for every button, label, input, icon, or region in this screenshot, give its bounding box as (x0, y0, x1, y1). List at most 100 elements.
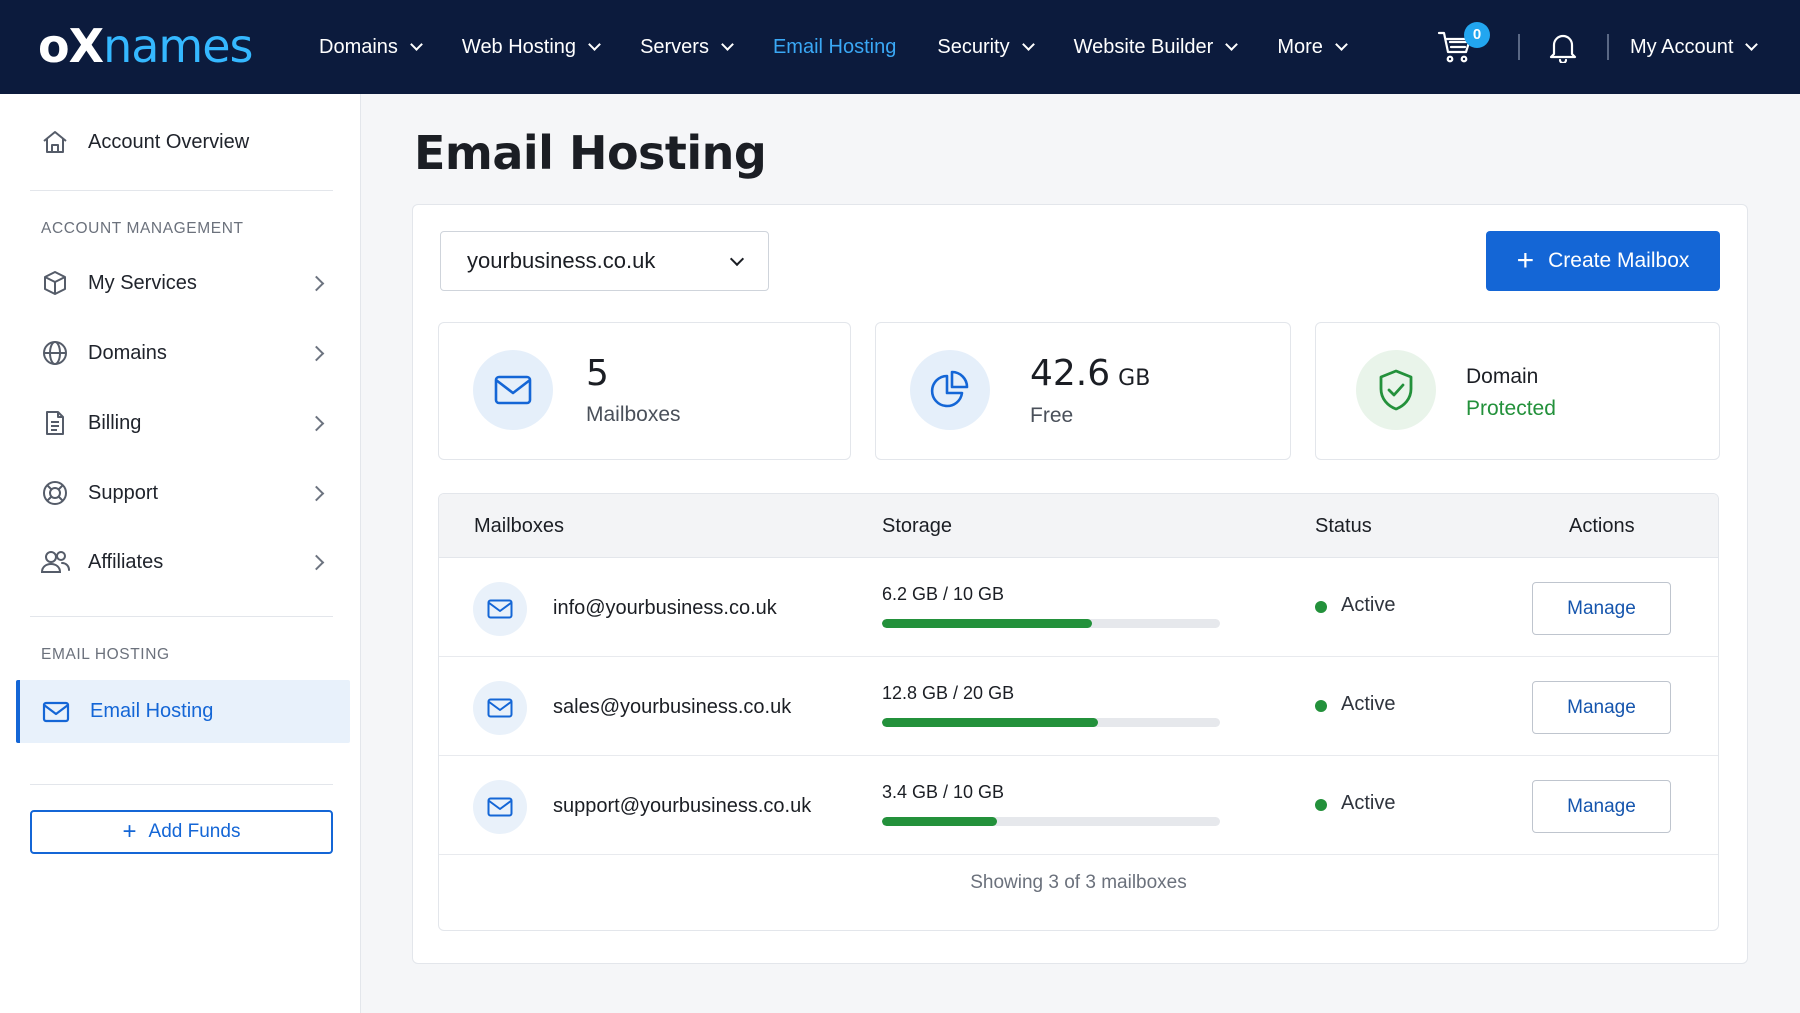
mailboxes-table: Mailboxes Storage Status Actions info@yo… (438, 493, 1719, 931)
document-icon (40, 408, 70, 438)
storage-usage-text: 6.2 GB / 10 GB (882, 584, 1005, 604)
sidebar-divider (30, 784, 333, 785)
sidebar-item-email-hosting[interactable]: Email Hosting (16, 680, 350, 743)
sidebar-item-label: Domains (88, 341, 167, 364)
sidebar-divider (30, 616, 333, 617)
my-account-menu[interactable]: My Account (1630, 36, 1759, 59)
domain-select-value: yourbusiness.co.uk (467, 248, 656, 273)
column-header-storage: Storage (882, 515, 953, 537)
globe-icon (40, 338, 70, 368)
sidebar-item-label: My Services (88, 271, 197, 294)
sidebar-item-affiliates[interactable]: Affiliates (40, 547, 330, 577)
chevron-down-icon (588, 37, 601, 51)
lifebuoy-icon (40, 478, 70, 508)
cart-count-badge: 0 (1464, 22, 1490, 48)
nav-email-hosting-label: Email Hosting (772, 35, 897, 58)
nav-website-builder[interactable]: Website Builder (1074, 36, 1239, 59)
stat-card-storage: 42.6 GB Free (875, 322, 1291, 460)
table-row: support@yourbusiness.co.uk 3.4 GB / 10 G… (439, 756, 1718, 855)
nav-more[interactable]: More (1277, 35, 1348, 59)
sidebar-item-billing[interactable]: Billing (40, 408, 330, 438)
sidebar-item-account-overview[interactable]: Account Overview (40, 127, 330, 157)
chevron-right-icon (308, 415, 325, 431)
status-text: Active (1341, 693, 1396, 715)
storage-usage-fill (882, 817, 997, 826)
sidebar-item-label: Support (88, 481, 159, 504)
column-header-status: Status (1315, 515, 1372, 537)
main-menu: Domains Web Hosting Servers Email Hostin… (319, 0, 1387, 94)
storage-free-value: 42.6 (1030, 353, 1111, 394)
sidebar-item-my-services[interactable]: My Services (40, 268, 330, 298)
sidebar-divider (30, 190, 333, 191)
nav-web-hosting[interactable]: Web Hosting (461, 35, 601, 59)
shield-check-icon (1356, 350, 1436, 430)
nav-servers-label: Servers (640, 35, 709, 58)
status-dot (1315, 799, 1327, 811)
table-footer-count: Showing 3 of 3 mailboxes (970, 872, 1187, 893)
nav-email-hosting[interactable]: Email Hosting (773, 36, 896, 59)
chevron-down-icon (1745, 38, 1759, 51)
add-funds-button[interactable]: + Add Funds (30, 810, 333, 854)
mailboxes-count: 5 (586, 353, 609, 394)
nav-domains-label: Domains (319, 35, 398, 58)
mailbox-email: info@yourbusiness.co.uk (553, 597, 777, 619)
storage-usage-bar (882, 718, 1220, 727)
chevron-down-icon (410, 37, 423, 51)
status-dot (1315, 601, 1327, 613)
chevron-right-icon (308, 275, 325, 291)
table-row: sales@yourbusiness.co.uk 12.8 GB / 20 GB… (439, 657, 1718, 756)
box-icon (40, 268, 70, 298)
status-text: Active (1341, 594, 1396, 616)
manage-button[interactable]: Manage (1532, 582, 1671, 635)
nav-domains[interactable]: Domains (319, 35, 423, 59)
mail-icon (473, 780, 527, 834)
status-dot (1315, 700, 1327, 712)
chevron-right-icon (308, 485, 325, 501)
nav-security[interactable]: Security (937, 35, 1035, 59)
sidebar-item-support[interactable]: Support (40, 478, 330, 508)
chevron-down-icon (1335, 37, 1348, 51)
storage-usage-text: 12.8 GB / 20 GB (882, 683, 1015, 703)
nav-divider (1518, 34, 1520, 60)
section-header-email-hosting: EMAIL HOSTING (41, 646, 170, 663)
nav-security-label: Security (937, 35, 1010, 58)
section-header-account-management: ACCOUNT MANAGEMENT (41, 220, 244, 237)
create-mailbox-button[interactable]: + Create Mailbox (1486, 231, 1720, 291)
storage-usage-bar (882, 619, 1220, 628)
logo-part-ox: oX (38, 19, 104, 73)
manage-button[interactable]: Manage (1532, 780, 1671, 833)
nav-servers[interactable]: Servers (640, 35, 734, 59)
domain-protection-status: Protected (1466, 397, 1556, 420)
sidebar-item-domains[interactable]: Domains (40, 338, 330, 368)
table-row: info@yourbusiness.co.uk 6.2 GB / 10 GB A… (439, 558, 1718, 657)
mail-icon (473, 582, 527, 636)
logo-part-names: names (103, 19, 253, 73)
mail-icon (473, 681, 527, 735)
storage-value-wrap: 42.6 GB (1030, 353, 1150, 394)
manage-button[interactable]: Manage (1532, 681, 1671, 734)
chevron-right-icon (308, 345, 325, 361)
nav-web-hosting-label: Web Hosting (461, 35, 577, 58)
notification-bell-icon[interactable] (1548, 31, 1580, 65)
stat-card-mailboxes: 5 Mailboxes (438, 322, 851, 460)
nav-more-label: More (1277, 35, 1323, 58)
my-account-label: My Account (1630, 36, 1734, 58)
column-header-mailboxes: Mailboxes (474, 515, 565, 537)
mailbox-email: sales@yourbusiness.co.uk (553, 696, 792, 718)
nav-divider (1607, 34, 1609, 60)
storage-unit: GB (1118, 366, 1151, 391)
add-funds-label: Add Funds (148, 821, 241, 842)
sidebar-item-label: Billing (88, 411, 142, 434)
stat-card-domain: Domain Protected (1315, 322, 1720, 460)
table-header: Mailboxes Storage Status Actions (439, 494, 1718, 558)
oxnames-logo[interactable]: oXnames (38, 19, 254, 73)
sidebar-item-label: Affiliates (88, 550, 164, 573)
plus-icon: + (1516, 244, 1535, 277)
home-icon (40, 127, 70, 157)
domain-select[interactable]: yourbusiness.co.uk (440, 231, 769, 291)
storage-usage-fill (882, 619, 1092, 628)
chevron-down-icon (1225, 37, 1239, 51)
users-icon (40, 547, 70, 577)
create-mailbox-label: Create Mailbox (1548, 249, 1690, 272)
domain-label: Domain (1466, 365, 1539, 388)
